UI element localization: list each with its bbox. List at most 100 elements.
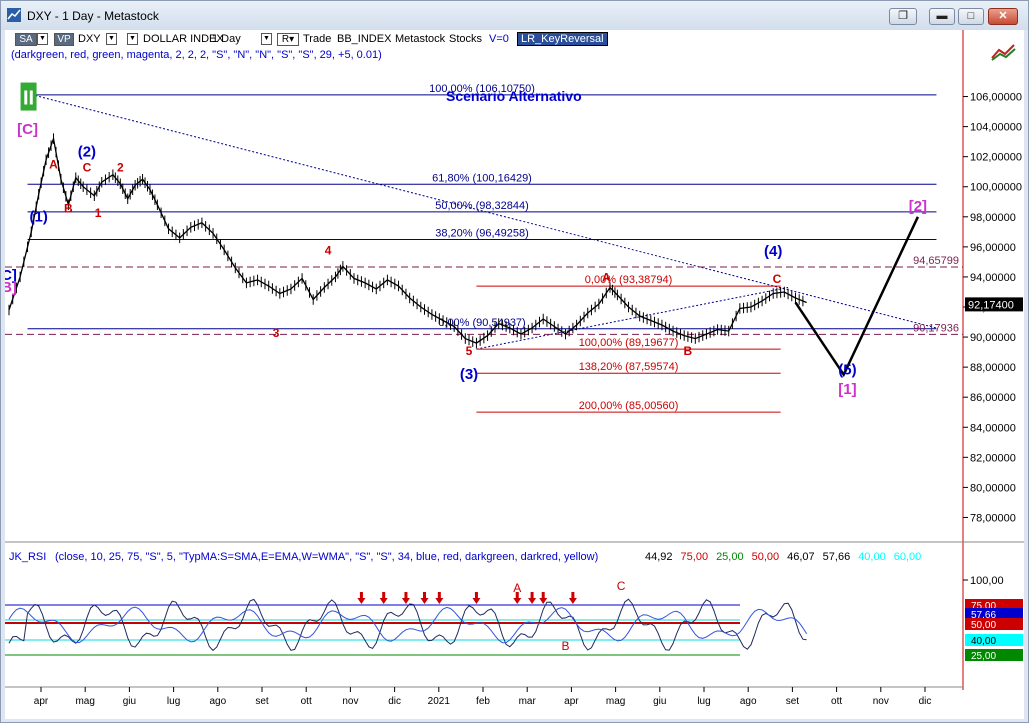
wave-label: [1]: [838, 381, 856, 398]
restore-button[interactable]: ❐: [889, 8, 917, 25]
price-tick-label: 90,00000: [970, 332, 1016, 344]
rsi-params: (close, 10, 25, 75, "S", 5, "TypMA:S=SMA…: [55, 551, 599, 563]
x-tick-label: feb: [476, 696, 490, 707]
x-tick-label: giu: [653, 696, 666, 707]
wave-label: 3: [273, 326, 280, 340]
chart-app-icon: [7, 8, 21, 22]
rsi-wave-label: A: [513, 581, 521, 595]
price-tick-label: 78,00000: [970, 512, 1016, 524]
chart-svg: 106,00000 104,00000 102,00000 100,00000 98,0…: [5, 30, 1024, 707]
price-tick-label: 102,00000: [970, 152, 1022, 164]
rsi-line: [8, 598, 807, 652]
x-tick-label: nov: [342, 696, 358, 707]
fib-level-label: 100,00% (89,19677): [579, 337, 679, 349]
wave-label: 5: [466, 344, 473, 358]
x-tick-label: ago: [209, 696, 226, 707]
x-tick-label: ott: [831, 696, 842, 707]
rsi-wave-label: C: [617, 579, 626, 593]
rsi-down-arrow-icon: [435, 592, 444, 604]
wave-label: B: [684, 344, 693, 358]
last-price-label: 92,17400: [968, 299, 1014, 311]
price-tick-label: 100,00000: [970, 182, 1022, 194]
chart-title: Scenario Alternativo: [446, 88, 582, 104]
price-tick-label: 82,00000: [970, 452, 1016, 464]
wave-label: 1: [95, 206, 102, 220]
wave-label: [C]: [17, 121, 38, 138]
x-tick-label: mar: [519, 696, 537, 707]
dashed-level-label: 90,17936: [913, 322, 959, 334]
rsi-header-value: 75,00: [680, 551, 709, 563]
price-tick-label: 94,00000: [970, 272, 1016, 284]
fib-level-label: 38,20% (96,49258): [435, 227, 529, 239]
x-tick-label: nov: [873, 696, 889, 707]
wave-label: [2]: [909, 198, 927, 215]
x-tick-label: dic: [388, 696, 401, 707]
dashed-level-label: 94,65799: [913, 255, 959, 267]
fib-level-label: 200,00% (85,00560): [579, 400, 679, 412]
x-tick-label: 2021: [428, 696, 451, 707]
wave-label: B]: [5, 279, 17, 296]
wave-label: (2): [78, 144, 96, 161]
wave-label: (4): [764, 243, 782, 260]
fib-level-label: 138,20% (87,59574): [579, 361, 679, 373]
rsi-header-value: 50,00: [751, 551, 780, 563]
rsi-value-badge-label: 25,00: [971, 651, 996, 662]
wave-label: (3): [460, 366, 478, 383]
wave-label: II: [23, 88, 34, 110]
close-button[interactable]: ✕: [988, 8, 1018, 25]
x-tick-label: mag: [75, 696, 94, 707]
wave-label: B: [64, 201, 73, 215]
wave-label: 4: [325, 243, 332, 257]
maximize-button[interactable]: □: [958, 8, 984, 25]
x-tick-label: ago: [740, 696, 757, 707]
price-tick-label: 84,00000: [970, 422, 1016, 434]
title-bar: DXY - 1 Day - Metastock ❐ ▬ □ ✕: [1, 1, 1028, 30]
price-tick-label: 106,00000: [970, 92, 1022, 104]
price-tick-label: 80,00000: [970, 482, 1016, 494]
rsi-down-arrow-icon: [357, 592, 366, 604]
wave-label: C: [773, 272, 782, 286]
price-panel: [5, 74, 963, 542]
rsi-header-value: 40,00: [858, 551, 886, 563]
wave-label: C: [83, 161, 92, 175]
rsi-value-badge-label: 40,00: [971, 636, 996, 647]
rsi-header-value: 25,00: [716, 551, 744, 563]
rsi-header-value: 44,92: [645, 551, 673, 563]
rsi-header-value: 60,00: [893, 551, 922, 563]
rsi-wave-label: B: [561, 639, 569, 653]
x-tick-label: set: [255, 696, 269, 707]
x-tick-label: lug: [697, 696, 710, 707]
price-tick-label: 98,00000: [970, 212, 1016, 224]
x-tick-label: ott: [301, 696, 312, 707]
rsi-ma-line: [8, 606, 808, 644]
rsi-down-arrow-icon: [472, 592, 481, 604]
rsi-title: JK_RSI: [9, 551, 47, 563]
x-tick-label: lug: [167, 696, 180, 707]
x-tick-label: giu: [123, 696, 136, 707]
rsi-header-value: 46,07: [787, 551, 815, 563]
wave-label: A: [602, 270, 611, 284]
rsi-value-badge-label: 50,00: [971, 620, 996, 631]
rsi-tick-label: 100,00: [970, 575, 1004, 587]
x-tick-label: mag: [606, 696, 625, 707]
fib-level-label: 0,00% (90,54937): [438, 317, 525, 329]
wave-label: (1): [30, 208, 48, 225]
fib-level-label: 0,00% (93,38794): [585, 274, 672, 286]
price-tick-label: 86,00000: [970, 392, 1016, 404]
x-tick-label: apr: [34, 696, 49, 707]
minimize-button[interactable]: ▬: [929, 8, 955, 25]
wave-label: 2: [117, 161, 124, 175]
rsi-header-value: 57,66: [822, 551, 851, 563]
wave-label: A: [49, 158, 58, 172]
fib-level-label: 61,80% (100,16429): [432, 172, 532, 184]
x-tick-label: set: [786, 696, 800, 707]
rsi-down-arrow-icon: [528, 592, 537, 604]
fib-level-label: 50,00% (98,32844): [435, 200, 529, 212]
rsi-down-arrow-icon: [379, 592, 388, 604]
price-tick-label: 104,00000: [970, 122, 1022, 134]
rsi-down-arrow-icon: [420, 592, 429, 604]
rsi-down-arrow-icon: [401, 592, 410, 604]
app-window: DXY - 1 Day - Metastock ❐ ▬ □ ✕ SA ▼ VP …: [0, 0, 1029, 723]
rsi-down-arrow-icon: [539, 592, 548, 604]
window-title: DXY - 1 Day - Metastock: [27, 9, 159, 23]
